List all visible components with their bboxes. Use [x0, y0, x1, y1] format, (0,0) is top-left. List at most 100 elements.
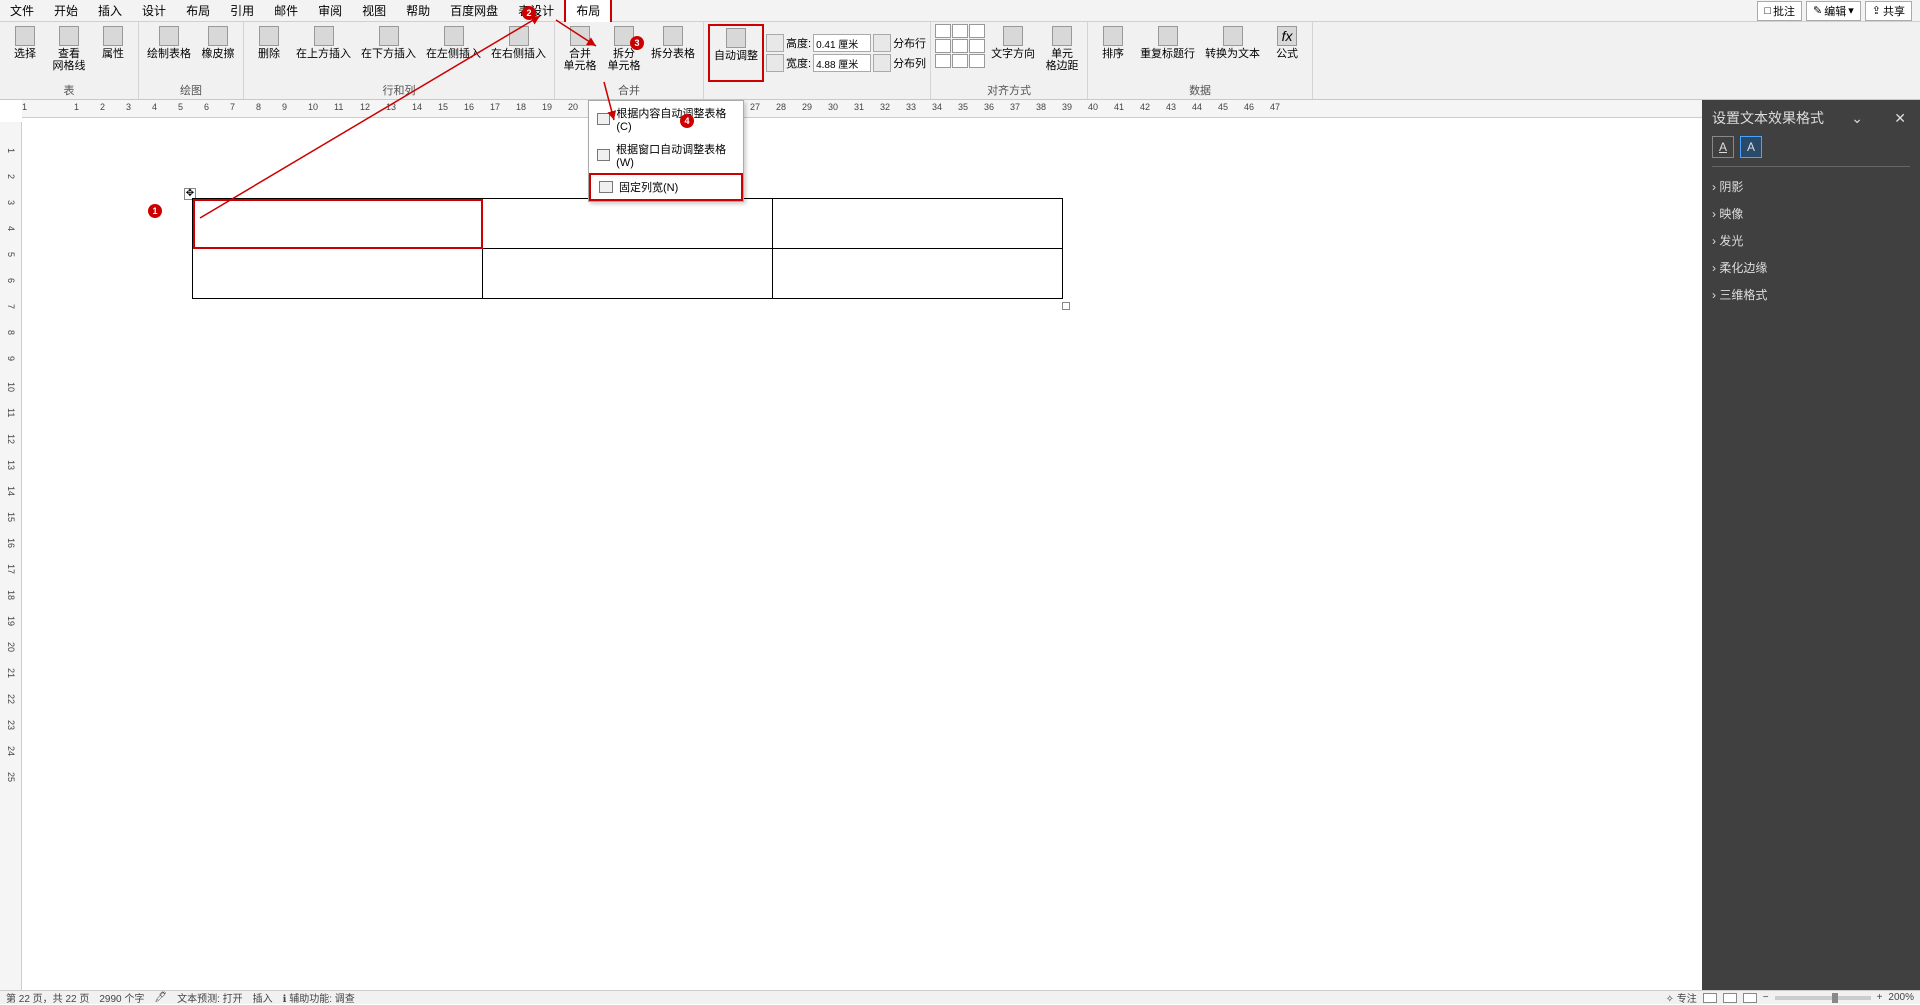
section-3dformat[interactable]: 三维格式 — [1702, 281, 1920, 308]
table-cell[interactable] — [483, 249, 773, 299]
dist-rows-button[interactable] — [873, 34, 891, 52]
word-count[interactable]: 2990 个字 — [99, 990, 144, 1005]
formula-button[interactable]: fx公式 — [1266, 24, 1308, 82]
group-label: 表 — [4, 82, 134, 99]
callout-2: 2 — [522, 6, 536, 20]
zoom-in[interactable]: + — [1877, 992, 1883, 1003]
gridlines-button[interactable]: 查看 网格线 — [48, 24, 90, 82]
menu-references[interactable]: 引用 — [220, 0, 264, 22]
panel-collapse-icon[interactable]: ⌄ — [1847, 110, 1867, 127]
menu-baidu[interactable]: 百度网盘 — [440, 0, 508, 22]
callout-4: 4 — [680, 114, 694, 128]
table-cell[interactable] — [193, 199, 483, 249]
menu-bar: 文件 开始 插入 设计 布局 引用 邮件 审阅 视图 帮助 百度网盘 表设计 布… — [0, 0, 1920, 22]
share-button[interactable]: ⇪ 共享 — [1865, 1, 1912, 21]
split-table-button[interactable]: 拆分表格 — [647, 24, 699, 82]
menu-help[interactable]: 帮助 — [396, 0, 440, 22]
menu-layout1[interactable]: 布局 — [176, 0, 220, 22]
panel-title: 设置文本效果格式 — [1712, 108, 1824, 128]
merge-cells-button[interactable]: 合并 单元格 — [559, 24, 601, 82]
panel-tab-effects[interactable]: A — [1740, 136, 1762, 158]
fixed-width-item[interactable]: 固定列宽(N) — [589, 173, 743, 201]
menu-mail[interactable]: 邮件 — [264, 0, 308, 22]
menu-review[interactable]: 审阅 — [308, 0, 352, 22]
ribbon: 选择 查看 网格线 属性 表 绘制表格 橡皮擦 绘图 删除 在上方插入 在下方插… — [0, 22, 1920, 100]
convert-text-button[interactable]: 转换为文本 — [1201, 24, 1264, 82]
table-resize-handle[interactable] — [1062, 302, 1070, 310]
panel-tab-fill[interactable]: A — [1712, 136, 1734, 158]
autofit-content-item[interactable]: 根据内容自动调整表格(C) — [589, 101, 743, 137]
view-web-icon[interactable] — [1743, 993, 1757, 1003]
group-data: 排序 重复标题行 转换为文本 fx公式 数据 — [1088, 22, 1313, 99]
insert-left-button[interactable]: 在左侧插入 — [422, 24, 485, 82]
table-row — [193, 199, 1063, 249]
menu-insert[interactable]: 插入 — [88, 0, 132, 22]
section-glow[interactable]: 发光 — [1702, 227, 1920, 254]
page-status[interactable]: 第 22 页，共 22 页 — [6, 990, 89, 1005]
zoom-level[interactable]: 200% — [1888, 992, 1914, 1003]
width-input[interactable]: 4.88 厘米 — [813, 54, 871, 72]
table-row — [193, 249, 1063, 299]
view-read-icon[interactable] — [1703, 993, 1717, 1003]
accessibility[interactable]: ℹ 辅助功能: 调查 — [283, 990, 355, 1005]
section-shadow[interactable]: 阴影 — [1702, 173, 1920, 200]
repeat-header-button[interactable]: 重复标题行 — [1136, 24, 1199, 82]
height-icon — [766, 34, 784, 52]
delete-button[interactable]: 删除 — [248, 24, 290, 82]
width-label: 宽度: — [786, 55, 811, 71]
height-label: 高度: — [786, 35, 811, 51]
callout-3: 3 — [630, 36, 644, 50]
text-effects-panel: 设置文本效果格式 ⌄ ✕ A A 阴影 映像 发光 柔化边缘 三维格式 — [1702, 100, 1920, 990]
view-print-icon[interactable] — [1723, 993, 1737, 1003]
menu-view[interactable]: 视图 — [352, 0, 396, 22]
document-table[interactable] — [192, 198, 1063, 299]
insert-mode[interactable]: 插入 — [253, 990, 273, 1005]
autofit-button[interactable]: 自动调整 — [708, 24, 764, 82]
edit-button[interactable]: ✎ 编辑 ▾ — [1806, 1, 1861, 21]
insert-above-button[interactable]: 在上方插入 — [292, 24, 355, 82]
zoom-slider[interactable] — [1775, 996, 1871, 1000]
horizontal-ruler[interactable]: 1123456789101112131415161718192021222324… — [22, 100, 1702, 118]
insert-below-button[interactable]: 在下方插入 — [357, 24, 420, 82]
group-align: 文字方向 单元 格边距 对齐方式 — [931, 22, 1088, 99]
callout-1: 1 — [148, 204, 162, 218]
table-cell[interactable] — [773, 249, 1063, 299]
status-bar: 第 22 页，共 22 页 2990 个字 🖊 文本预测: 打开 插入 ℹ 辅助… — [0, 990, 1920, 1004]
cell-margins-button[interactable]: 单元 格边距 — [1041, 24, 1083, 82]
insert-right-button[interactable]: 在右侧插入 — [487, 24, 550, 82]
align-grid[interactable] — [935, 24, 985, 82]
autofit-window-item[interactable]: 根据窗口自动调整表格(W) — [589, 137, 743, 173]
menu-tabledesign[interactable]: 表设计 — [508, 0, 564, 22]
group-rowscols: 删除 在上方插入 在下方插入 在左侧插入 在右侧插入 行和列 — [244, 22, 555, 99]
eraser-button[interactable]: 橡皮擦 — [197, 24, 239, 82]
zoom-out[interactable]: − — [1763, 992, 1769, 1003]
table-cell[interactable] — [193, 249, 483, 299]
props-button[interactable]: 属性 — [92, 24, 134, 82]
vertical-ruler[interactable]: 1234567891011121314151617181920212223242… — [0, 122, 22, 990]
split-cells-button[interactable]: 拆分 单元格 — [603, 24, 645, 82]
section-reflection[interactable]: 映像 — [1702, 200, 1920, 227]
autofit-dropdown: 根据内容自动调整表格(C) 根据窗口自动调整表格(W) 固定列宽(N) — [588, 100, 744, 202]
lang-icon[interactable]: 🖊 — [154, 992, 167, 1003]
document-area[interactable]: ✥ — [22, 122, 1702, 990]
draw-table-button[interactable]: 绘制表格 — [143, 24, 195, 82]
menu-home[interactable]: 开始 — [44, 0, 88, 22]
focus-mode[interactable]: ✧ 专注 — [1666, 990, 1697, 1005]
sort-button[interactable]: 排序 — [1092, 24, 1134, 82]
group-cellsize: 自动调整 高度:0.41 厘米分布行 宽度:4.88 厘米分布列 单元格大小 — [704, 22, 931, 99]
select-button[interactable]: 选择 — [4, 24, 46, 82]
menu-layout2[interactable]: 布局 — [564, 0, 612, 24]
dist-cols-button[interactable] — [873, 54, 891, 72]
text-direction-button[interactable]: 文字方向 — [987, 24, 1039, 82]
group-table: 选择 查看 网格线 属性 表 — [0, 22, 139, 99]
section-softedge[interactable]: 柔化边缘 — [1702, 254, 1920, 281]
group-merge: 合并 单元格 拆分 单元格 拆分表格 合并 — [555, 22, 704, 99]
menu-design[interactable]: 设计 — [132, 0, 176, 22]
height-input[interactable]: 0.41 厘米 — [813, 34, 871, 52]
text-prediction[interactable]: 文本预测: 打开 — [177, 990, 243, 1005]
table-cell[interactable] — [773, 199, 1063, 249]
comment-button[interactable]: □ 批注 — [1757, 1, 1802, 21]
panel-close-icon[interactable]: ✕ — [1890, 110, 1910, 127]
table-cell[interactable] — [483, 199, 773, 249]
menu-file[interactable]: 文件 — [0, 0, 44, 22]
